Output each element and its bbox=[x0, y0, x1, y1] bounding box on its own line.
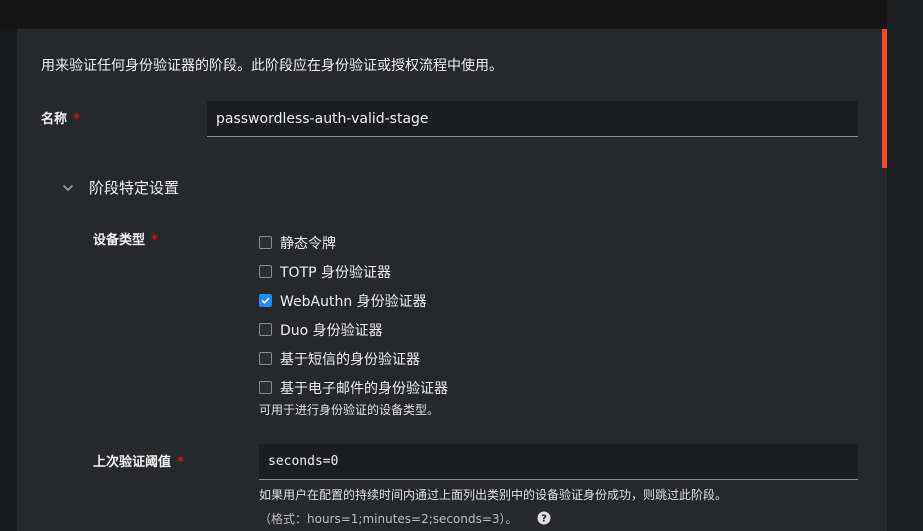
name-label-text: 名称 bbox=[41, 112, 68, 127]
required-marker: * bbox=[73, 112, 80, 127]
required-marker: * bbox=[177, 455, 184, 470]
checkbox-checked[interactable] bbox=[259, 294, 272, 307]
top-bar bbox=[0, 0, 887, 29]
device-classes-label-text: 设备类型 bbox=[93, 233, 146, 248]
help-icon[interactable]: ? bbox=[537, 511, 551, 525]
option-label: 基于短信的身份验证器 bbox=[280, 351, 420, 368]
stage-settings-toggle[interactable]: 阶段特定设置 bbox=[58, 177, 179, 198]
format-hint-line: （格式：hours=1;minutes=2;seconds=3）。 ? bbox=[259, 510, 551, 527]
option-label: WebAuthn 身份验证器 bbox=[280, 293, 427, 310]
device-classes-list: 静态令牌 TOTP 身份验证器 WebAuthn 身份验证器 Duo 身份验证器… bbox=[259, 228, 448, 402]
threshold-helper: 如果用户在配置的持续时间内通过上面列出类别中的设备验证身份成功，则跳过此阶段。 bbox=[259, 488, 728, 502]
scrollbar-track[interactable] bbox=[887, 0, 923, 531]
checkmark-icon bbox=[261, 297, 270, 305]
svg-text:?: ? bbox=[541, 514, 547, 525]
option-label: TOTP 身份验证器 bbox=[280, 264, 392, 281]
option-label: 静态令牌 bbox=[280, 235, 336, 252]
checkbox[interactable] bbox=[259, 381, 272, 394]
stage-description: 用来验证任何身份验证器的阶段。此阶段应在身份验证或授权流程中使用。 bbox=[41, 58, 503, 74]
device-classes-helper: 可用于进行身份验证的设备类型。 bbox=[259, 403, 440, 417]
device-option-duo[interactable]: Duo 身份验证器 bbox=[259, 315, 448, 344]
name-input[interactable] bbox=[207, 101, 858, 137]
threshold-label-text: 上次验证阈值 bbox=[93, 455, 172, 470]
checkbox[interactable] bbox=[259, 323, 272, 336]
device-option-sms[interactable]: 基于短信的身份验证器 bbox=[259, 344, 448, 373]
chevron-down-icon bbox=[58, 178, 78, 198]
option-label: 基于电子邮件的身份验证器 bbox=[280, 380, 448, 397]
scrollbar-thumb[interactable] bbox=[882, 29, 887, 168]
device-classes-label: 设备类型 * bbox=[93, 229, 158, 248]
threshold-input[interactable] bbox=[259, 444, 858, 480]
format-hint: （格式：hours=1;minutes=2;seconds=3）。 bbox=[259, 512, 518, 526]
option-label: Duo 身份验证器 bbox=[280, 322, 383, 339]
checkbox[interactable] bbox=[259, 236, 272, 249]
name-label: 名称 * bbox=[41, 108, 80, 127]
checkbox[interactable] bbox=[259, 265, 272, 278]
section-title: 阶段特定设置 bbox=[89, 179, 180, 197]
device-option-static[interactable]: 静态令牌 bbox=[259, 228, 448, 257]
device-option-totp[interactable]: TOTP 身份验证器 bbox=[259, 257, 448, 286]
required-marker: * bbox=[151, 233, 158, 248]
device-option-webauthn[interactable]: WebAuthn 身份验证器 bbox=[259, 286, 448, 315]
checkbox[interactable] bbox=[259, 352, 272, 365]
device-option-email[interactable]: 基于电子邮件的身份验证器 bbox=[259, 373, 448, 402]
threshold-label: 上次验证阈值 * bbox=[93, 451, 184, 470]
